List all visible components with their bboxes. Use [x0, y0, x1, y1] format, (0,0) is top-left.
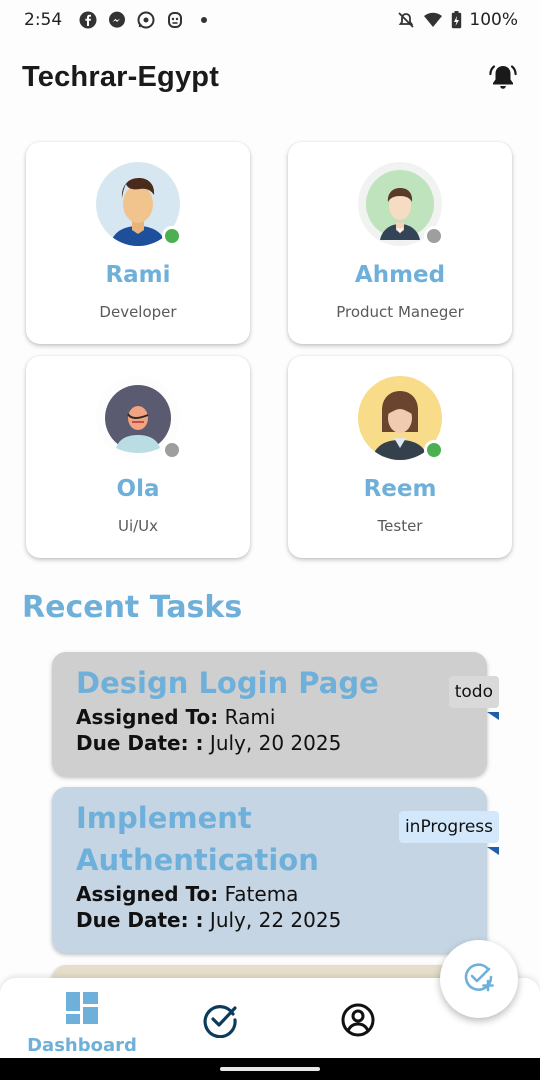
- dot-icon: [194, 10, 214, 30]
- status-badge: inProgress: [398, 811, 499, 843]
- nav-label: Dashboard: [27, 1035, 137, 1056]
- due-value: July, 22 2025: [209, 908, 342, 932]
- status-bar: 2:54 100%: [0, 0, 540, 40]
- due-label: Due Date: :: [76, 908, 204, 932]
- tasks-check-icon: [202, 1002, 238, 1039]
- avatar-wrap: [358, 376, 444, 460]
- badge-fold: [487, 847, 499, 855]
- avatar-wrap: [96, 162, 182, 246]
- member-role: Ui/Ux: [117, 517, 159, 535]
- add-task-icon: [462, 960, 496, 999]
- task-assigned: Assigned To: Fatema: [76, 881, 463, 907]
- assigned-label: Assigned To:: [76, 705, 219, 729]
- due-value: July, 20 2025: [209, 731, 342, 755]
- member-card-ahmed[interactable]: Ahmed Product Maneger: [288, 142, 512, 344]
- avatar-wrap: [96, 376, 182, 460]
- due-label: Due Date: :: [76, 731, 204, 755]
- badge-fold: [487, 712, 499, 720]
- task-title: Implement Authentication: [76, 801, 319, 877]
- member-role: Tester: [377, 517, 423, 535]
- recent-tasks-title: Recent Tasks: [22, 590, 243, 625]
- mute-icon: [396, 10, 416, 30]
- task-title: Design Login Page: [76, 666, 379, 700]
- online-status-dot: [424, 440, 444, 460]
- offline-status-dot: [162, 440, 182, 460]
- notification-bell-icon[interactable]: [488, 62, 518, 92]
- member-name: Reem: [363, 476, 437, 502]
- status-badge: todo: [448, 676, 499, 708]
- app-bar: Techrar-Egypt: [0, 48, 540, 106]
- facebook-icon: [78, 10, 98, 30]
- member-role: Product Maneger: [336, 303, 464, 321]
- member-name: Rami: [105, 262, 171, 288]
- battery-icon: [450, 10, 462, 30]
- avatar-wrap: [358, 162, 444, 246]
- system-nav-bar: [0, 1058, 540, 1080]
- assigned-label: Assigned To:: [76, 882, 219, 906]
- nav-tasks[interactable]: [160, 984, 280, 1054]
- status-time: 2:54: [24, 10, 63, 30]
- offline-status-dot: [424, 226, 444, 246]
- assigned-value: Fatema: [224, 882, 299, 906]
- assigned-value: Rami: [224, 705, 276, 729]
- app-title: Techrar-Egypt: [22, 60, 220, 93]
- profile-icon: [340, 1002, 376, 1038]
- add-task-button[interactable]: [440, 940, 518, 1018]
- wifi-icon: [423, 10, 443, 30]
- task-due: Due Date: : July, 22 2025: [76, 907, 463, 933]
- task-due: Due Date: : July, 20 2025: [76, 730, 463, 756]
- dashboard-icon: [64, 990, 100, 1026]
- member-name: Ola: [116, 476, 160, 502]
- member-card-rami[interactable]: Rami Developer: [26, 142, 250, 344]
- task-card[interactable]: Implement Authentication Assigned To: Fa…: [52, 787, 499, 953]
- whatsapp-icon: [136, 10, 156, 30]
- member-card-reem[interactable]: Reem Tester: [288, 356, 512, 558]
- team-grid: Rami Developer Ahmed Product Maneger Ola…: [26, 142, 514, 560]
- home-gesture-handle[interactable]: [220, 1067, 320, 1071]
- task-assigned: Assigned To: Rami: [76, 704, 463, 730]
- member-card-ola[interactable]: Ola Ui/Ux: [26, 356, 250, 558]
- battery-percent: 100%: [469, 10, 518, 30]
- member-role: Developer: [99, 303, 177, 321]
- nav-dashboard[interactable]: Dashboard: [22, 984, 142, 1056]
- member-name: Ahmed: [354, 262, 446, 288]
- nav-profile[interactable]: [298, 984, 418, 1054]
- online-status-dot: [162, 226, 182, 246]
- messenger-icon: [107, 10, 127, 30]
- notification-app-icon: [165, 10, 185, 30]
- task-card[interactable]: Design Login Page Assigned To: Rami Due …: [52, 652, 499, 776]
